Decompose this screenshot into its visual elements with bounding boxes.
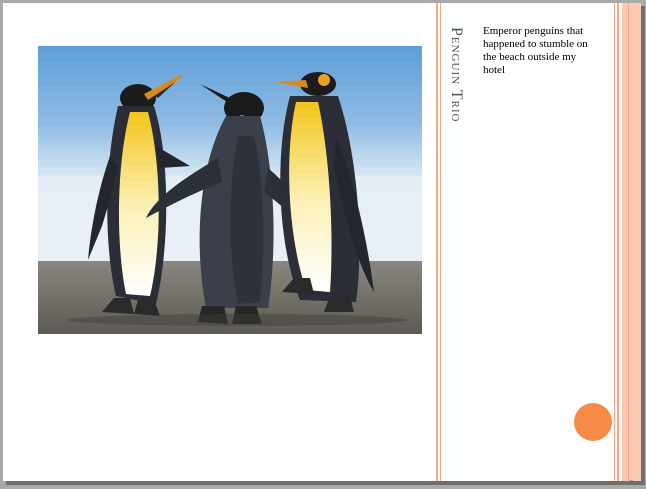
- corner-mark: [630, 480, 633, 481]
- slide-shadow-bottom: [6, 481, 645, 485]
- divider-line-1: [436, 3, 438, 481]
- right-accent-bar: [622, 3, 641, 481]
- right-line-1: [614, 3, 615, 481]
- penguins-photo[interactable]: [38, 46, 422, 334]
- slide[interactable]: Penguin Trio Emperor penguins that happe…: [3, 3, 641, 481]
- slide-shadow-right: [641, 6, 645, 484]
- slide-title[interactable]: Penguin Trio: [447, 27, 465, 122]
- right-accent-bar-line: [628, 3, 629, 481]
- right-line-2: [617, 3, 619, 481]
- accent-circle: [574, 403, 612, 441]
- slide-caption[interactable]: Emperor penguins that happened to stumbl…: [483, 25, 593, 77]
- divider-line-2: [440, 3, 441, 481]
- penguins-illustration: [38, 46, 422, 334]
